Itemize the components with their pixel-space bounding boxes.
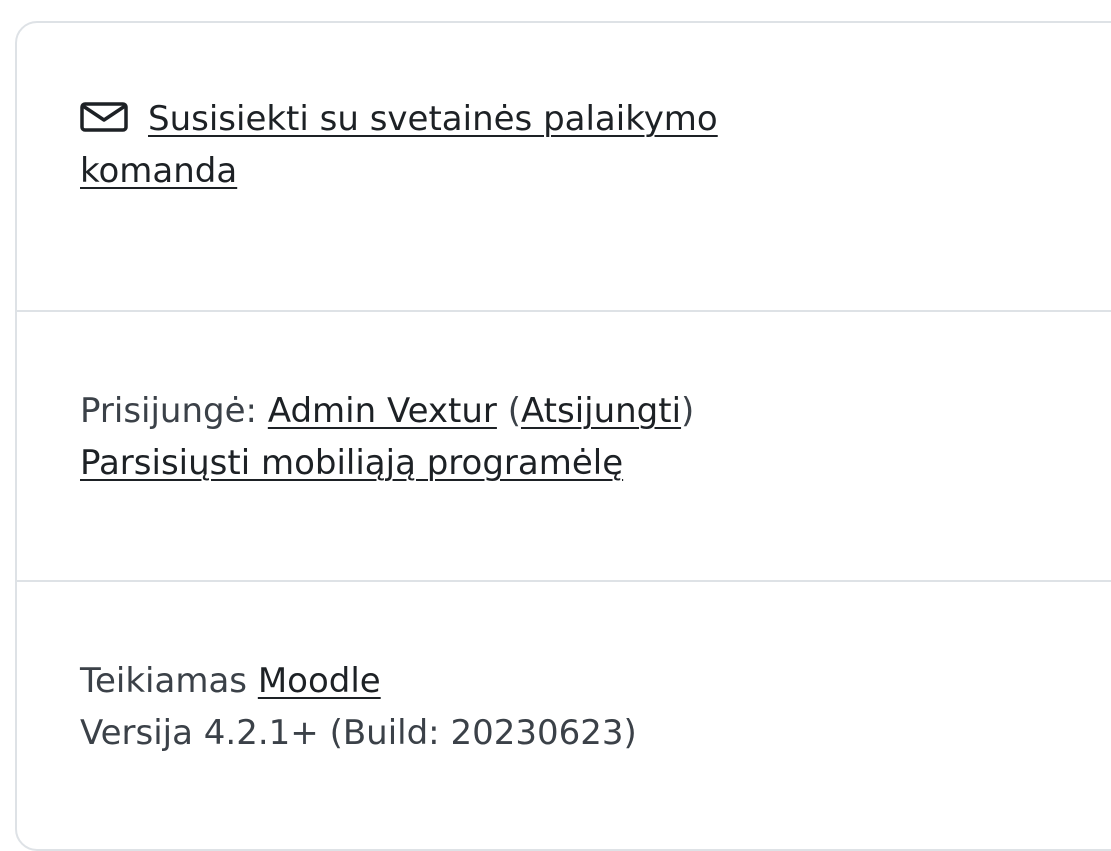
login-info-section: Prisijungė: Admin Vextur (Atsijungti) Pa… (17, 385, 1111, 489)
mobile-app-line: Parsisiųsti mobiliąją programėlę (80, 437, 1073, 489)
divider (17, 310, 1111, 312)
contact-support-link[interactable]: Susisiekti su svetainės palaikymo (148, 99, 718, 139)
mobile-app-link[interactable]: Parsisiųsti mobiliąją programėlę (80, 443, 623, 483)
envelope-icon (80, 102, 128, 132)
logged-in-line: Prisijungė: Admin Vextur (Atsijungti) (80, 385, 1073, 437)
moodle-link[interactable]: Moodle (258, 661, 381, 701)
contact-support-link-continued[interactable]: komanda (80, 151, 237, 191)
footer-panel: Susisiekti su svetainės palaikymo komand… (15, 21, 1111, 851)
powered-by-label: Teikiamas (80, 661, 247, 701)
logout-close-paren: ) (681, 391, 695, 431)
logout-link[interactable]: Atsijungti (521, 391, 681, 431)
support-section: Susisiekti su svetainės palaikymo komand… (17, 93, 1111, 197)
support-line-1: Susisiekti su svetainės palaikymo (80, 93, 1073, 145)
powered-by-line: Teikiamas Moodle (80, 655, 1073, 707)
version-text: Versija 4.2.1+ (Build: 20230623) (80, 713, 637, 753)
logout-open-paren: ( (507, 391, 521, 431)
user-profile-link[interactable]: Admin Vextur (268, 391, 497, 431)
powered-by-section: Teikiamas Moodle Versija 4.2.1+ (Build: … (17, 655, 1111, 759)
support-line-2: komanda (80, 145, 1073, 197)
divider (17, 580, 1111, 582)
logged-in-label: Prisijungė: (80, 391, 257, 431)
